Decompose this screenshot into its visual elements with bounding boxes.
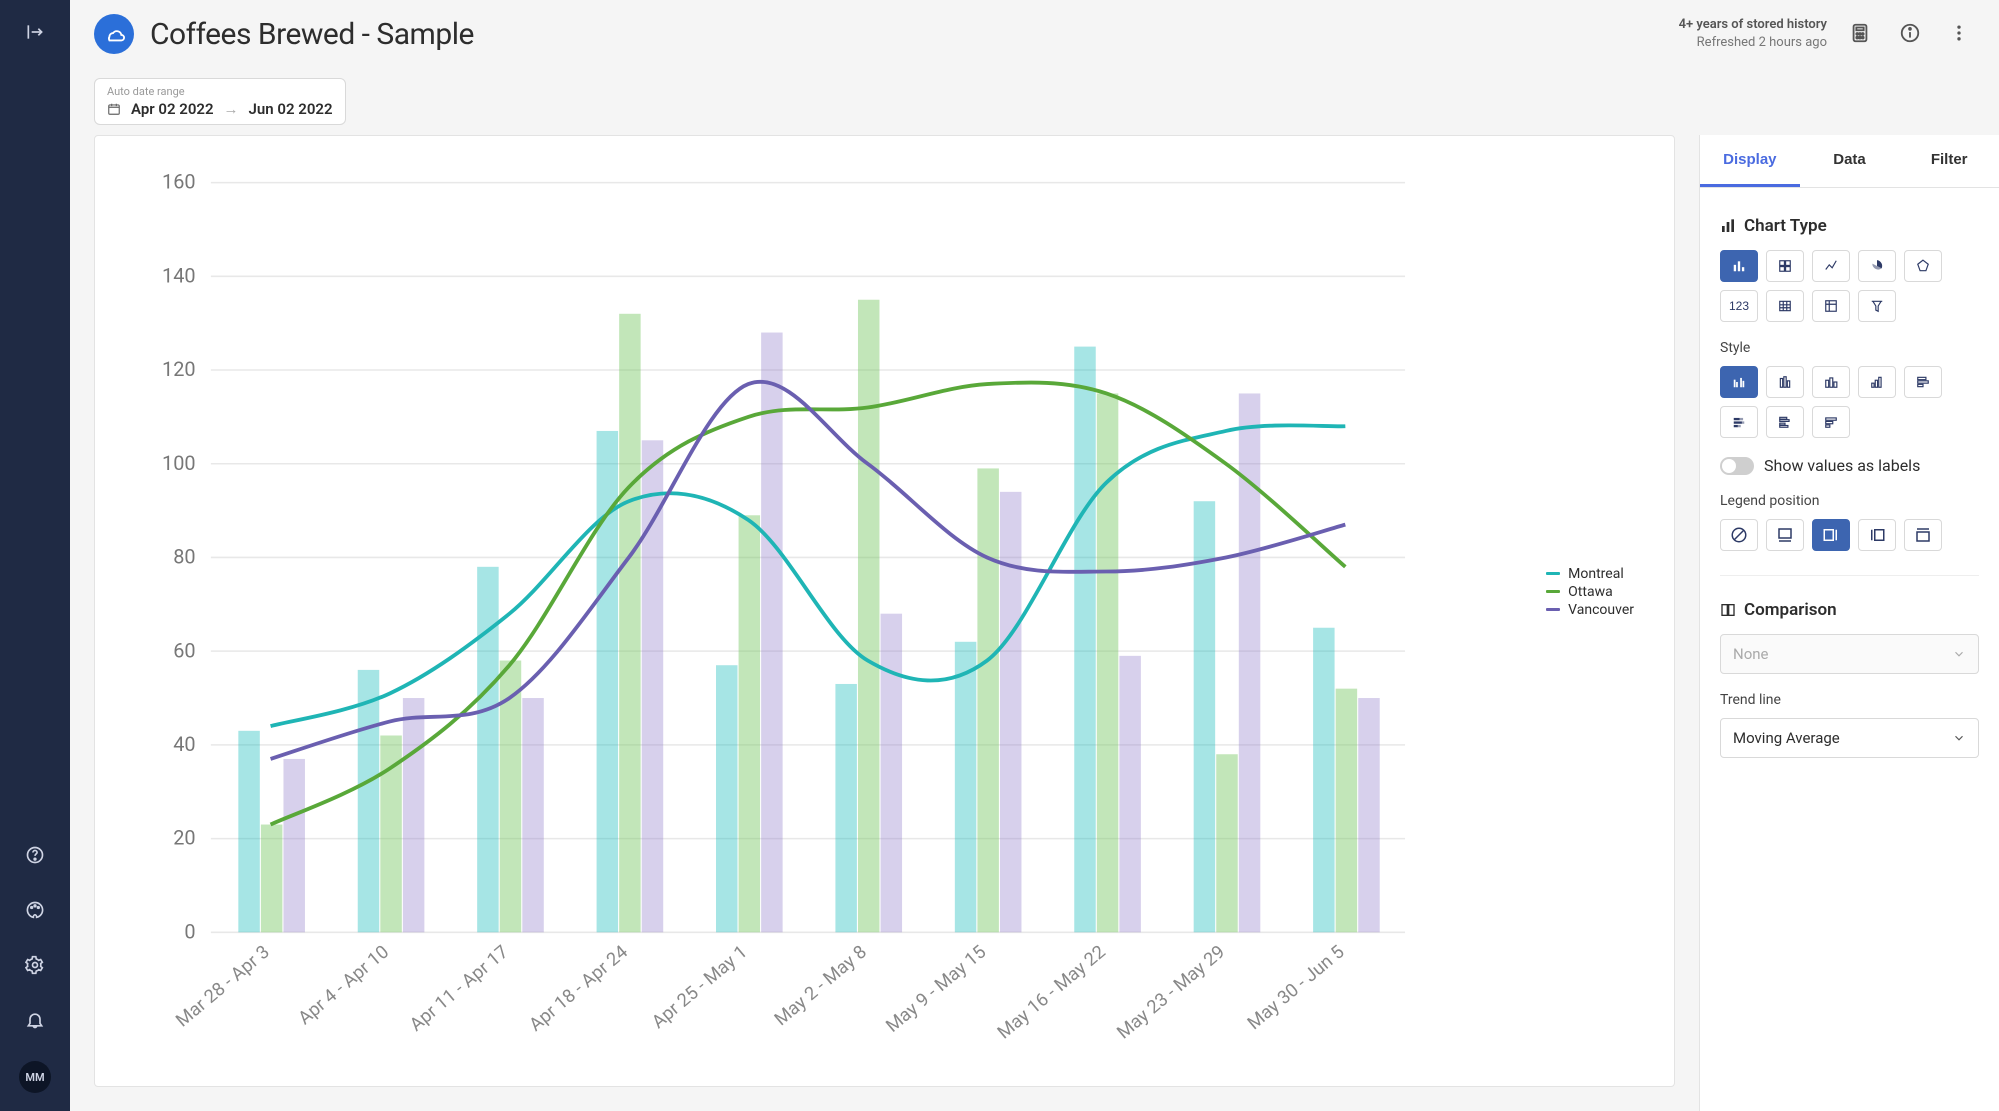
- more-icon[interactable]: [1943, 17, 1975, 52]
- gear-icon[interactable]: [21, 951, 49, 982]
- legend-top[interactable]: [1904, 519, 1942, 551]
- chart: 0 20 40 60 80 100 120 140 160 Mar 28 - Apr 3Apr 4…: [119, 152, 1650, 1070]
- app-logo: [94, 14, 134, 54]
- chevron-down-icon: [1952, 731, 1966, 745]
- chart-type-number[interactable]: 123: [1720, 290, 1758, 322]
- svg-text:100: 100: [162, 452, 196, 475]
- svg-text:May 2 - May 8: May 2 - May 8: [771, 941, 871, 1030]
- svg-text:0: 0: [184, 920, 195, 943]
- style-label: Style: [1720, 340, 1979, 356]
- legend-none[interactable]: [1720, 519, 1758, 551]
- style-ordered[interactable]: [1858, 366, 1896, 398]
- chart-type-pie[interactable]: [1858, 250, 1896, 282]
- topbar: Coffees Brewed - Sample 4+ years of stor…: [70, 0, 1999, 68]
- svg-text:Apr 4 - Apr 10: Apr 4 - Apr 10: [294, 941, 393, 1029]
- date-from: Apr 02 2022: [131, 100, 214, 118]
- svg-text:May 16 - May 22: May 16 - May 22: [994, 941, 1110, 1043]
- legend-item: Ottawa: [1546, 584, 1634, 600]
- legend-position-options: [1720, 519, 1979, 551]
- svg-text:May 30 - Jun 5: May 30 - Jun 5: [1244, 941, 1349, 1034]
- svg-text:140: 140: [162, 264, 196, 287]
- section-chart-type: Chart Type: [1720, 216, 1979, 236]
- comparison-select[interactable]: None: [1720, 634, 1979, 674]
- chart-type-radar[interactable]: [1904, 250, 1942, 282]
- tab-filter[interactable]: Filter: [1899, 135, 1999, 187]
- bell-icon[interactable]: [21, 1006, 49, 1037]
- chart-legend: Montreal Ottawa Vancouver: [1546, 564, 1634, 620]
- svg-text:Mar 28 - Apr 3: Mar 28 - Apr 3: [172, 941, 274, 1031]
- avatar[interactable]: MM: [19, 1061, 51, 1093]
- style-grouped[interactable]: [1720, 366, 1758, 398]
- show-values-label: Show values as labels: [1764, 456, 1920, 475]
- legend-position-label: Legend position: [1720, 493, 1979, 509]
- svg-text:Apr 18 - Apr 24: Apr 18 - Apr 24: [525, 941, 632, 1035]
- svg-text:May 9 - May 15: May 9 - May 15: [882, 941, 990, 1036]
- style-hbar[interactable]: [1904, 366, 1942, 398]
- chart-type-funnel[interactable]: [1858, 290, 1896, 322]
- section-comparison: Comparison: [1720, 600, 1979, 620]
- calculator-icon[interactable]: [1843, 16, 1877, 53]
- trend-line-select[interactable]: Moving Average: [1720, 718, 1979, 758]
- date-range-picker[interactable]: Auto date range Apr 02 2022 → Jun 02 202…: [94, 78, 346, 125]
- theme-icon[interactable]: [21, 896, 49, 927]
- chart-type-options: 123: [1720, 250, 1979, 322]
- style-hstacked[interactable]: [1720, 406, 1758, 438]
- chart-panel: 0 20 40 60 80 100 120 140 160 Mar 28 - Apr 3Apr 4…: [94, 135, 1675, 1087]
- history-info: 4+ years of stored history Refreshed 2 h…: [1679, 16, 1827, 52]
- collapse-icon[interactable]: [21, 18, 49, 49]
- svg-text:May 23 - May 29: May 23 - May 29: [1113, 941, 1229, 1043]
- svg-text:Apr 11 - Apr 17: Apr 11 - Apr 17: [406, 941, 513, 1035]
- svg-text:Apr 25 - May 1: Apr 25 - May 1: [648, 941, 751, 1032]
- chart-type-pivot[interactable]: [1812, 290, 1850, 322]
- chart-type-bar[interactable]: [1720, 250, 1758, 282]
- style-grouped2[interactable]: [1812, 366, 1850, 398]
- legend-right[interactable]: [1812, 519, 1850, 551]
- trend-line-label: Trend line: [1720, 692, 1979, 708]
- style-options: [1720, 366, 1979, 438]
- legend-left[interactable]: [1858, 519, 1896, 551]
- chart-type-combo[interactable]: [1766, 250, 1804, 282]
- legend-bottom[interactable]: [1766, 519, 1804, 551]
- style-hgrouped[interactable]: [1766, 406, 1804, 438]
- bar-chart-icon: [1720, 218, 1736, 234]
- svg-text:80: 80: [173, 546, 195, 569]
- help-icon[interactable]: [21, 841, 49, 872]
- date-to: Jun 02 2022: [249, 100, 333, 118]
- sidebar-tabs: Display Data Filter: [1700, 135, 1999, 188]
- svg-text:160: 160: [162, 171, 196, 194]
- calendar-icon: [107, 102, 121, 116]
- svg-text:40: 40: [173, 733, 195, 756]
- info-icon[interactable]: [1893, 16, 1927, 53]
- svg-text:60: 60: [173, 639, 195, 662]
- svg-text:20: 20: [173, 827, 195, 850]
- chart-type-table[interactable]: [1766, 290, 1804, 322]
- tab-display[interactable]: Display: [1700, 135, 1800, 187]
- comparison-icon: [1720, 602, 1736, 618]
- svg-text:120: 120: [162, 358, 196, 381]
- chevron-down-icon: [1952, 647, 1966, 661]
- left-rail: MM: [0, 0, 70, 1111]
- legend-item: Vancouver: [1546, 602, 1634, 618]
- style-stacked[interactable]: [1766, 366, 1804, 398]
- style-hordered[interactable]: [1812, 406, 1850, 438]
- page-title: Coffees Brewed - Sample: [150, 17, 474, 52]
- legend-item: Montreal: [1546, 566, 1634, 582]
- show-values-toggle[interactable]: [1720, 457, 1754, 475]
- settings-sidebar: Display Data Filter Chart Type 123: [1699, 135, 1999, 1111]
- chart-type-line[interactable]: [1812, 250, 1850, 282]
- arrow-right-icon: →: [224, 100, 239, 118]
- tab-data[interactable]: Data: [1800, 135, 1900, 187]
